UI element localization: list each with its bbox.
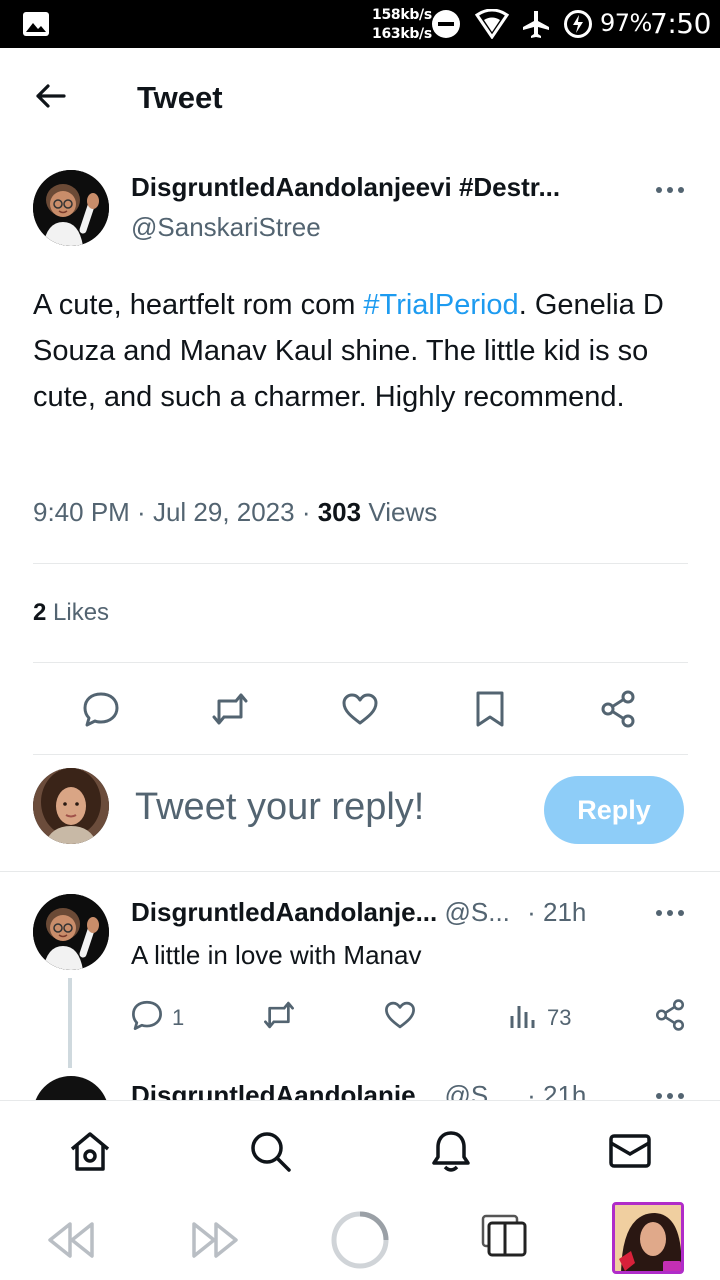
likes-count: 2 <box>33 599 47 626</box>
home-icon[interactable] <box>68 1129 112 1173</box>
divider <box>33 662 688 663</box>
tweet-text-part: A cute, heartfelt rom com <box>33 289 364 321</box>
analytics-icon[interactable] <box>508 1000 538 1030</box>
reply-text: A little in love with Manav <box>131 940 422 970</box>
clock: 7:50 <box>650 7 711 40</box>
retweet-icon[interactable] <box>210 689 250 729</box>
memoji-avatar-icon <box>33 170 109 246</box>
reply-input[interactable]: Tweet your reply! <box>135 786 424 829</box>
likes-label: Likes <box>53 599 110 626</box>
reply-header: DisgruntledAandolanje... @S... · 21h <box>131 897 586 928</box>
reply-views-count: 73 <box>547 1005 572 1030</box>
more-options-icon[interactable] <box>650 903 690 923</box>
status-bar: 158kb/s 163kb/s 97% 7:50 <box>0 0 720 48</box>
views-label: Views <box>368 497 438 527</box>
profile-thumbnail[interactable] <box>612 1202 684 1274</box>
author-name[interactable]: DisgruntledAandolanjeevi #Destr... <box>131 172 560 203</box>
like-icon[interactable] <box>340 689 380 729</box>
share-icon[interactable] <box>653 998 687 1032</box>
reply-count: 1 <box>172 1005 185 1030</box>
author-avatar[interactable] <box>33 170 109 246</box>
reply-age: · 21h <box>527 897 587 927</box>
views-count: 303 <box>317 497 362 527</box>
tweet-meta: 9:40 PM · Jul 29, 2023 · 303 Views <box>33 497 438 527</box>
fast-forward-icon[interactable] <box>190 1218 240 1262</box>
like-icon[interactable] <box>383 998 417 1032</box>
thread-connector <box>68 978 72 1068</box>
retweet-icon[interactable] <box>262 998 296 1032</box>
battery-level: 97% <box>600 9 652 37</box>
memoji-avatar-icon <box>33 894 109 970</box>
divider <box>0 871 720 872</box>
reply-icon[interactable] <box>81 689 121 729</box>
tabs-icon[interactable] <box>481 1214 527 1258</box>
divider <box>33 754 688 755</box>
bookmark-icon[interactable] <box>470 689 510 729</box>
next-reply-age: · 21h <box>527 1080 587 1100</box>
next-reply-handle: @S... <box>444 1080 510 1100</box>
more-options-icon[interactable] <box>650 180 690 200</box>
author-handle[interactable]: @SanskariStree <box>131 212 321 243</box>
next-reply-avatar <box>33 1076 109 1100</box>
reply-author-avatar[interactable] <box>33 894 109 970</box>
page-title: Tweet <box>137 80 223 115</box>
bottom-navigation <box>0 1100 720 1200</box>
network-speed: 158kb/s 163kb/s <box>372 7 432 42</box>
next-reply-header: DisgruntledAandolanje... @S... · 21h <box>131 1080 586 1100</box>
gallery-icon <box>23 12 49 36</box>
notifications-icon[interactable] <box>429 1129 473 1173</box>
profile-photo-icon <box>33 768 109 844</box>
tweet-date: Jul 29, 2023 <box>152 497 295 527</box>
reply-button[interactable]: Reply <box>544 776 684 844</box>
share-icon[interactable] <box>598 689 638 729</box>
reply-author-handle[interactable]: @S... <box>444 897 509 927</box>
next-reply-author-name: DisgruntledAandolanje... <box>131 1080 438 1100</box>
user-avatar[interactable] <box>33 768 109 844</box>
reply-icon[interactable] <box>130 998 164 1032</box>
more-options-icon[interactable] <box>650 1086 690 1100</box>
browser-toolbar <box>0 1200 720 1280</box>
airplane-icon <box>523 11 549 38</box>
loading-spinner-icon[interactable] <box>330 1210 390 1270</box>
reply-author-name[interactable]: DisgruntledAandolanje... <box>131 897 437 927</box>
next-reply-partial[interactable]: DisgruntledAandolanje... @S... · 21h <box>0 1068 720 1100</box>
back-arrow-icon[interactable] <box>32 78 68 114</box>
profile-photo-icon <box>615 1205 681 1271</box>
messages-icon[interactable] <box>608 1129 652 1173</box>
likes-summary[interactable]: 2 Likes <box>33 599 109 627</box>
search-icon[interactable] <box>248 1129 292 1173</box>
hashtag-link[interactable]: #TrialPeriod <box>363 289 518 321</box>
tweet-text: A cute, heartfelt rom com #TrialPeriod. … <box>33 282 693 420</box>
rewind-icon[interactable] <box>46 1218 96 1262</box>
divider <box>33 563 688 564</box>
battery-saver-icon <box>564 10 592 38</box>
dnd-icon <box>432 10 460 38</box>
tweet-time: 9:40 PM <box>33 497 130 527</box>
wifi-icon <box>475 9 509 39</box>
